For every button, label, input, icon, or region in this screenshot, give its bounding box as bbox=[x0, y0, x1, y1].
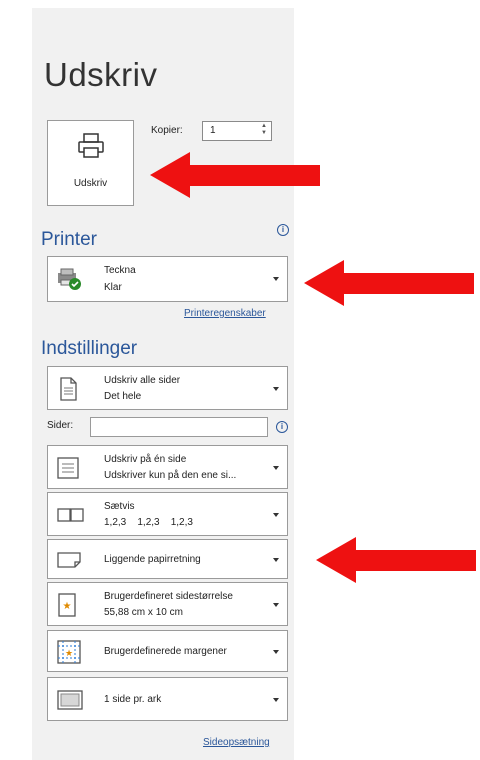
settings-heading: Indstillinger bbox=[41, 338, 138, 359]
pages-per-sheet-icon bbox=[56, 689, 84, 716]
chevron-down-icon bbox=[273, 698, 279, 702]
dropdown-line1: Sætvis bbox=[104, 501, 135, 512]
dropdown-line2: Det hele bbox=[104, 391, 142, 402]
print-button[interactable]: Udskriv bbox=[47, 120, 134, 206]
chevron-down-icon bbox=[273, 513, 279, 517]
printer-icon bbox=[76, 133, 106, 164]
chevron-down-icon bbox=[273, 466, 279, 470]
spin-arrows-icon[interactable]: ▲ ▼ bbox=[261, 123, 267, 137]
printer-ready-icon bbox=[56, 267, 86, 298]
pages-input[interactable] bbox=[90, 417, 268, 437]
chevron-down-icon bbox=[273, 277, 279, 281]
svg-text:★: ★ bbox=[63, 601, 72, 612]
page-setup-link[interactable]: Sideopsætning bbox=[203, 737, 270, 748]
info-icon[interactable]: i bbox=[277, 224, 289, 236]
dropdown-line1: 1 side pr. ark bbox=[104, 694, 162, 705]
page-title: Udskriv bbox=[44, 56, 158, 93]
svg-text:★: ★ bbox=[65, 649, 73, 659]
arrow-left-icon bbox=[304, 260, 474, 306]
pages-per-sheet-dropdown[interactable]: 1 side pr. ark bbox=[47, 677, 288, 721]
dropdown-line1: Brugerdefinerede margener bbox=[104, 646, 227, 657]
printer-properties-link[interactable]: Printeregenskaber bbox=[184, 308, 266, 319]
pages-label: Sider: bbox=[47, 420, 74, 431]
sides-dropdown[interactable]: Udskriv på én side Udskriver kun på den … bbox=[47, 445, 288, 489]
copies-label: Kopier: bbox=[151, 125, 183, 136]
page-size-dropdown[interactable]: ★ Brugerdefineret sidestørrelse 55,88 cm… bbox=[47, 582, 288, 626]
dropdown-line1: Brugerdefineret sidestørrelse bbox=[104, 591, 233, 602]
margins-icon: ★ bbox=[56, 639, 82, 670]
printer-status: Klar bbox=[104, 282, 122, 293]
print-range-dropdown[interactable]: Udskriv alle sider Det hele bbox=[47, 366, 288, 410]
printer-dropdown[interactable]: Teckna Klar bbox=[47, 256, 288, 302]
print-button-label: Udskriv bbox=[73, 178, 108, 189]
landscape-icon bbox=[56, 550, 82, 575]
arrow-left-icon bbox=[150, 152, 320, 198]
collate-dropdown[interactable]: Sætvis 1,2,3 1,2,3 1,2,3 bbox=[47, 492, 288, 536]
page-icon bbox=[56, 376, 80, 407]
copies-stepper[interactable]: 1 ▲ ▼ bbox=[202, 121, 272, 141]
chevron-down-icon bbox=[273, 387, 279, 391]
dropdown-line2: 55,88 cm x 10 cm bbox=[104, 607, 183, 618]
chevron-down-icon bbox=[273, 558, 279, 562]
copies-value: 1 bbox=[210, 125, 216, 136]
arrow-left-icon bbox=[316, 537, 476, 583]
dropdown-line1: Udskriv på én side bbox=[104, 454, 187, 465]
orientation-dropdown[interactable]: Liggende papirretning bbox=[47, 539, 288, 579]
margins-dropdown[interactable]: ★ Brugerdefinerede margener bbox=[47, 630, 288, 672]
collate-icon bbox=[56, 506, 86, 529]
dropdown-line2: Udskriver kun på den ene si... bbox=[104, 470, 237, 481]
dropdown-line2: 1,2,3 1,2,3 1,2,3 bbox=[104, 517, 193, 528]
page-size-icon: ★ bbox=[56, 592, 78, 623]
dropdown-line1: Udskriv alle sider bbox=[104, 375, 181, 386]
dropdown-line1: Liggende papirretning bbox=[104, 554, 201, 565]
one-sided-icon bbox=[56, 455, 82, 486]
printer-name: Teckna bbox=[104, 265, 136, 276]
chevron-down-icon bbox=[273, 650, 279, 654]
info-icon[interactable]: i bbox=[276, 421, 288, 433]
chevron-down-icon bbox=[273, 603, 279, 607]
printer-heading: Printer bbox=[41, 229, 97, 250]
